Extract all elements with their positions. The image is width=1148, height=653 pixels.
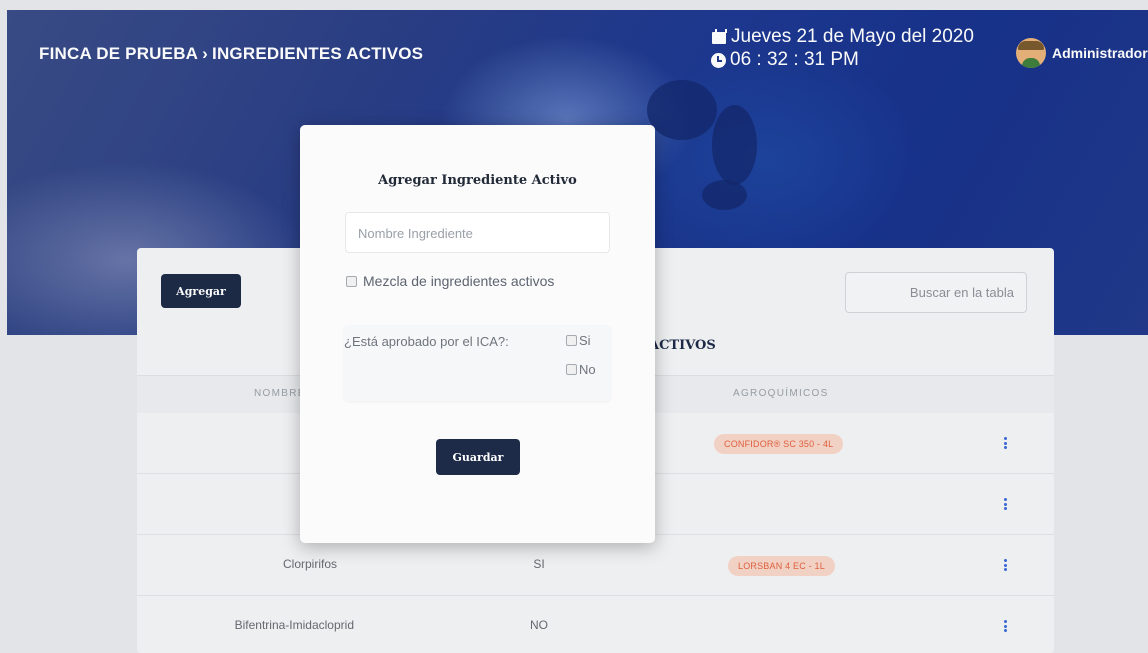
ica-yes-option[interactable]: Si bbox=[566, 333, 591, 348]
ica-no-label[interactable]: No bbox=[579, 362, 596, 377]
mix-checkbox[interactable] bbox=[346, 275, 357, 287]
ingredient-name-placeholder: Nombre Ingrediente bbox=[358, 226, 473, 241]
modal-title: Agregar Ingrediente Activo bbox=[378, 173, 577, 188]
add-ingredient-modal: Agregar Ingrediente Activo Nombre Ingred… bbox=[300, 125, 655, 543]
save-button[interactable]: Guardar bbox=[436, 439, 520, 475]
mix-label[interactable]: Mezcla de ingredientes activos bbox=[363, 273, 554, 289]
ica-no-option[interactable]: No bbox=[566, 362, 596, 377]
ica-no-checkbox[interactable] bbox=[566, 364, 577, 375]
ica-approval-group: ¿Está aprobado por el ICA?: Si No bbox=[344, 325, 611, 401]
ica-question: ¿Está aprobado por el ICA?: bbox=[344, 334, 509, 349]
ica-yes-checkbox[interactable] bbox=[566, 335, 577, 346]
ingredient-name-input[interactable]: Nombre Ingrediente bbox=[345, 212, 610, 253]
mix-checkbox-row[interactable]: Mezcla de ingredientes activos bbox=[346, 273, 554, 289]
ica-yes-label[interactable]: Si bbox=[579, 333, 591, 348]
